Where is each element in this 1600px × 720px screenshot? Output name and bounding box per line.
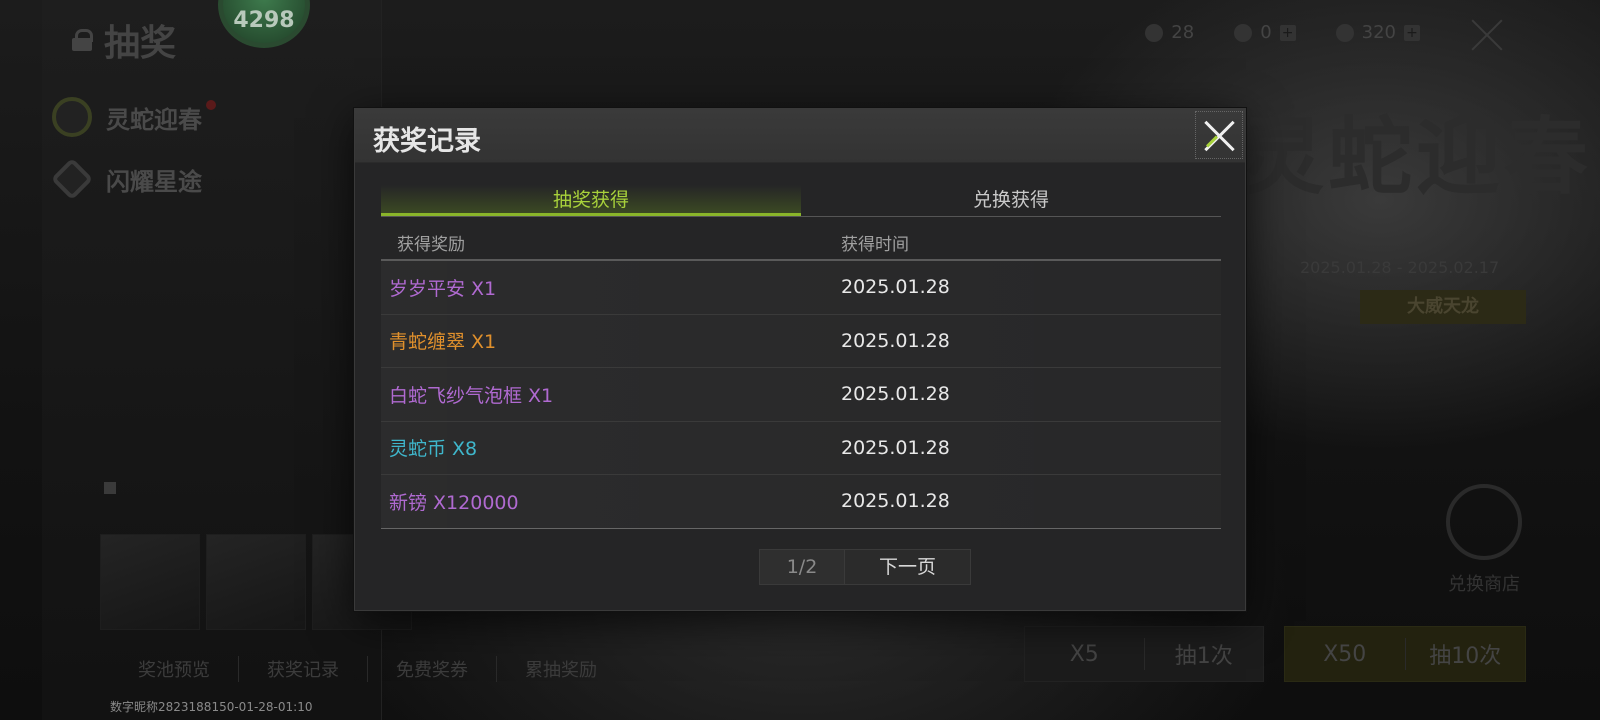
currency-gem: 320 + [1335, 22, 1420, 43]
coin-icon [1145, 23, 1164, 42]
win-records-modal: 获奖记录 抽奖获得 兑换获得 获得奖励 获得时间 岁岁平安 X1 2025.01… [354, 108, 1246, 611]
time-cell: 2025.01.28 [841, 436, 950, 459]
reward-cell: 灵蛇币 X8 [389, 438, 478, 461]
side-nav-item-shanyao[interactable]: 闪耀星途 [50, 148, 216, 210]
currency-value: 0 [1260, 22, 1272, 43]
plus-icon[interactable]: + [1279, 24, 1296, 41]
table-row: 青蛇缠翠 X1 2025.01.28 [381, 314, 1221, 368]
time-cell: 2025.01.28 [841, 383, 950, 406]
notification-dot [206, 100, 216, 110]
side-nav-label: 闪耀星途 [106, 167, 202, 196]
draw-ten-label: 抽10次 [1404, 638, 1526, 670]
modal-title: 获奖记录 [373, 126, 481, 157]
time-cell: 2025.01.28 [841, 276, 950, 299]
event-date: 2025.01.28 - 2025.02.17 [1300, 258, 1500, 277]
draw-ten-button[interactable]: X50 抽10次 [1284, 626, 1526, 682]
exchange-shop-label: 兑换商店 [1448, 574, 1520, 595]
currency-bar: 28 0 + 320 + [1145, 22, 1420, 43]
page-title-text: 抽奖 [104, 23, 177, 64]
prize-thumbnail[interactable] [206, 534, 306, 630]
reward-cell: 新镑 X120000 [389, 491, 519, 514]
time-cell: 2025.01.28 [841, 490, 950, 513]
table-row: 岁岁平安 X1 2025.01.28 [381, 261, 1221, 315]
avatar-badge-text: 4298 [233, 8, 295, 33]
bottom-tab-pool-preview[interactable]: 奖池预览 [110, 656, 239, 682]
event-tag: 大威天龙 [1360, 290, 1526, 324]
draw-once-button[interactable]: X5 抽1次 [1024, 626, 1264, 682]
column-header-reward: 获得奖励 [397, 234, 465, 255]
feather-icon [1234, 23, 1253, 42]
bottom-tabs: 奖池预览 获奖记录 免费奖券 累抽奖励 [110, 656, 625, 682]
close-icon[interactable] [1195, 111, 1243, 159]
page-indicator: 1/2 [759, 549, 845, 585]
side-nav: 灵蛇迎春 闪耀星途 [50, 86, 216, 210]
reward-cell: 青蛇缠翠 X1 [389, 331, 497, 354]
tab-lottery-obtained[interactable]: 抽奖获得 [381, 185, 801, 216]
footer-user-id: 数字昵称2823188150-01-28-01:10 [110, 700, 313, 714]
page-close-icon[interactable] [1470, 18, 1504, 52]
triangle-gem-icon [1335, 23, 1354, 42]
event-title-art: 灵蛇迎春 [1240, 107, 1593, 206]
prize-thumbnail[interactable] [100, 534, 200, 630]
square-icon [104, 482, 116, 494]
star-emblem-icon [50, 157, 94, 201]
currency-value: 320 [1361, 22, 1396, 43]
prize-preview-heading [104, 482, 116, 494]
tab-exchange-obtained[interactable]: 兑换获得 [801, 185, 1221, 216]
draw-once-label: 抽1次 [1143, 638, 1264, 670]
bottom-tab-free-tickets[interactable]: 免费奖券 [368, 656, 497, 682]
currency-value: 28 [1171, 22, 1195, 43]
record-tabs: 抽奖获得 兑换获得 [381, 185, 1221, 217]
pagination: 1/2 下一页 [759, 549, 971, 585]
table-header: 获得奖励 获得时间 [381, 225, 1221, 261]
draw-ten-cost: X50 [1323, 641, 1367, 667]
close-accent [1205, 135, 1219, 148]
shop-emblem-icon [1446, 484, 1522, 560]
side-nav-item-lingshe[interactable]: 灵蛇迎春 [52, 86, 216, 148]
table-row: 灵蛇币 X8 2025.01.28 [381, 421, 1221, 475]
next-page-button[interactable]: 下一页 [845, 549, 971, 585]
bottom-tab-win-records[interactable]: 获奖记录 [239, 656, 368, 682]
lock-icon [72, 29, 93, 51]
bottom-tab-cumulative-rewards[interactable]: 累抽奖励 [497, 656, 625, 682]
table-row: 新镑 X120000 2025.01.28 [381, 475, 1221, 529]
time-cell: 2025.01.28 [841, 329, 950, 352]
currency-feather: 0 + [1234, 22, 1296, 43]
column-header-time: 获得时间 [841, 234, 909, 255]
side-nav-label: 灵蛇迎春 [106, 105, 202, 134]
reward-cell: 白蛇飞纱气泡框 X1 [389, 384, 554, 407]
snake-emblem-icon [52, 97, 92, 137]
modal-header: 获奖记录 [355, 109, 1245, 163]
records-table: 获得奖励 获得时间 岁岁平安 X1 2025.01.28 青蛇缠翠 X1 202… [381, 225, 1221, 529]
plus-icon[interactable]: + [1404, 24, 1420, 41]
currency-coin: 28 [1145, 22, 1194, 43]
table-row: 白蛇飞纱气泡框 X1 2025.01.28 [381, 368, 1221, 422]
exchange-shop-button[interactable]: 兑换商店 [1444, 484, 1524, 596]
page-title: 抽奖 [72, 14, 176, 66]
reward-cell: 岁岁平安 X1 [389, 277, 497, 300]
draw-once-cost: X5 [1069, 641, 1099, 667]
